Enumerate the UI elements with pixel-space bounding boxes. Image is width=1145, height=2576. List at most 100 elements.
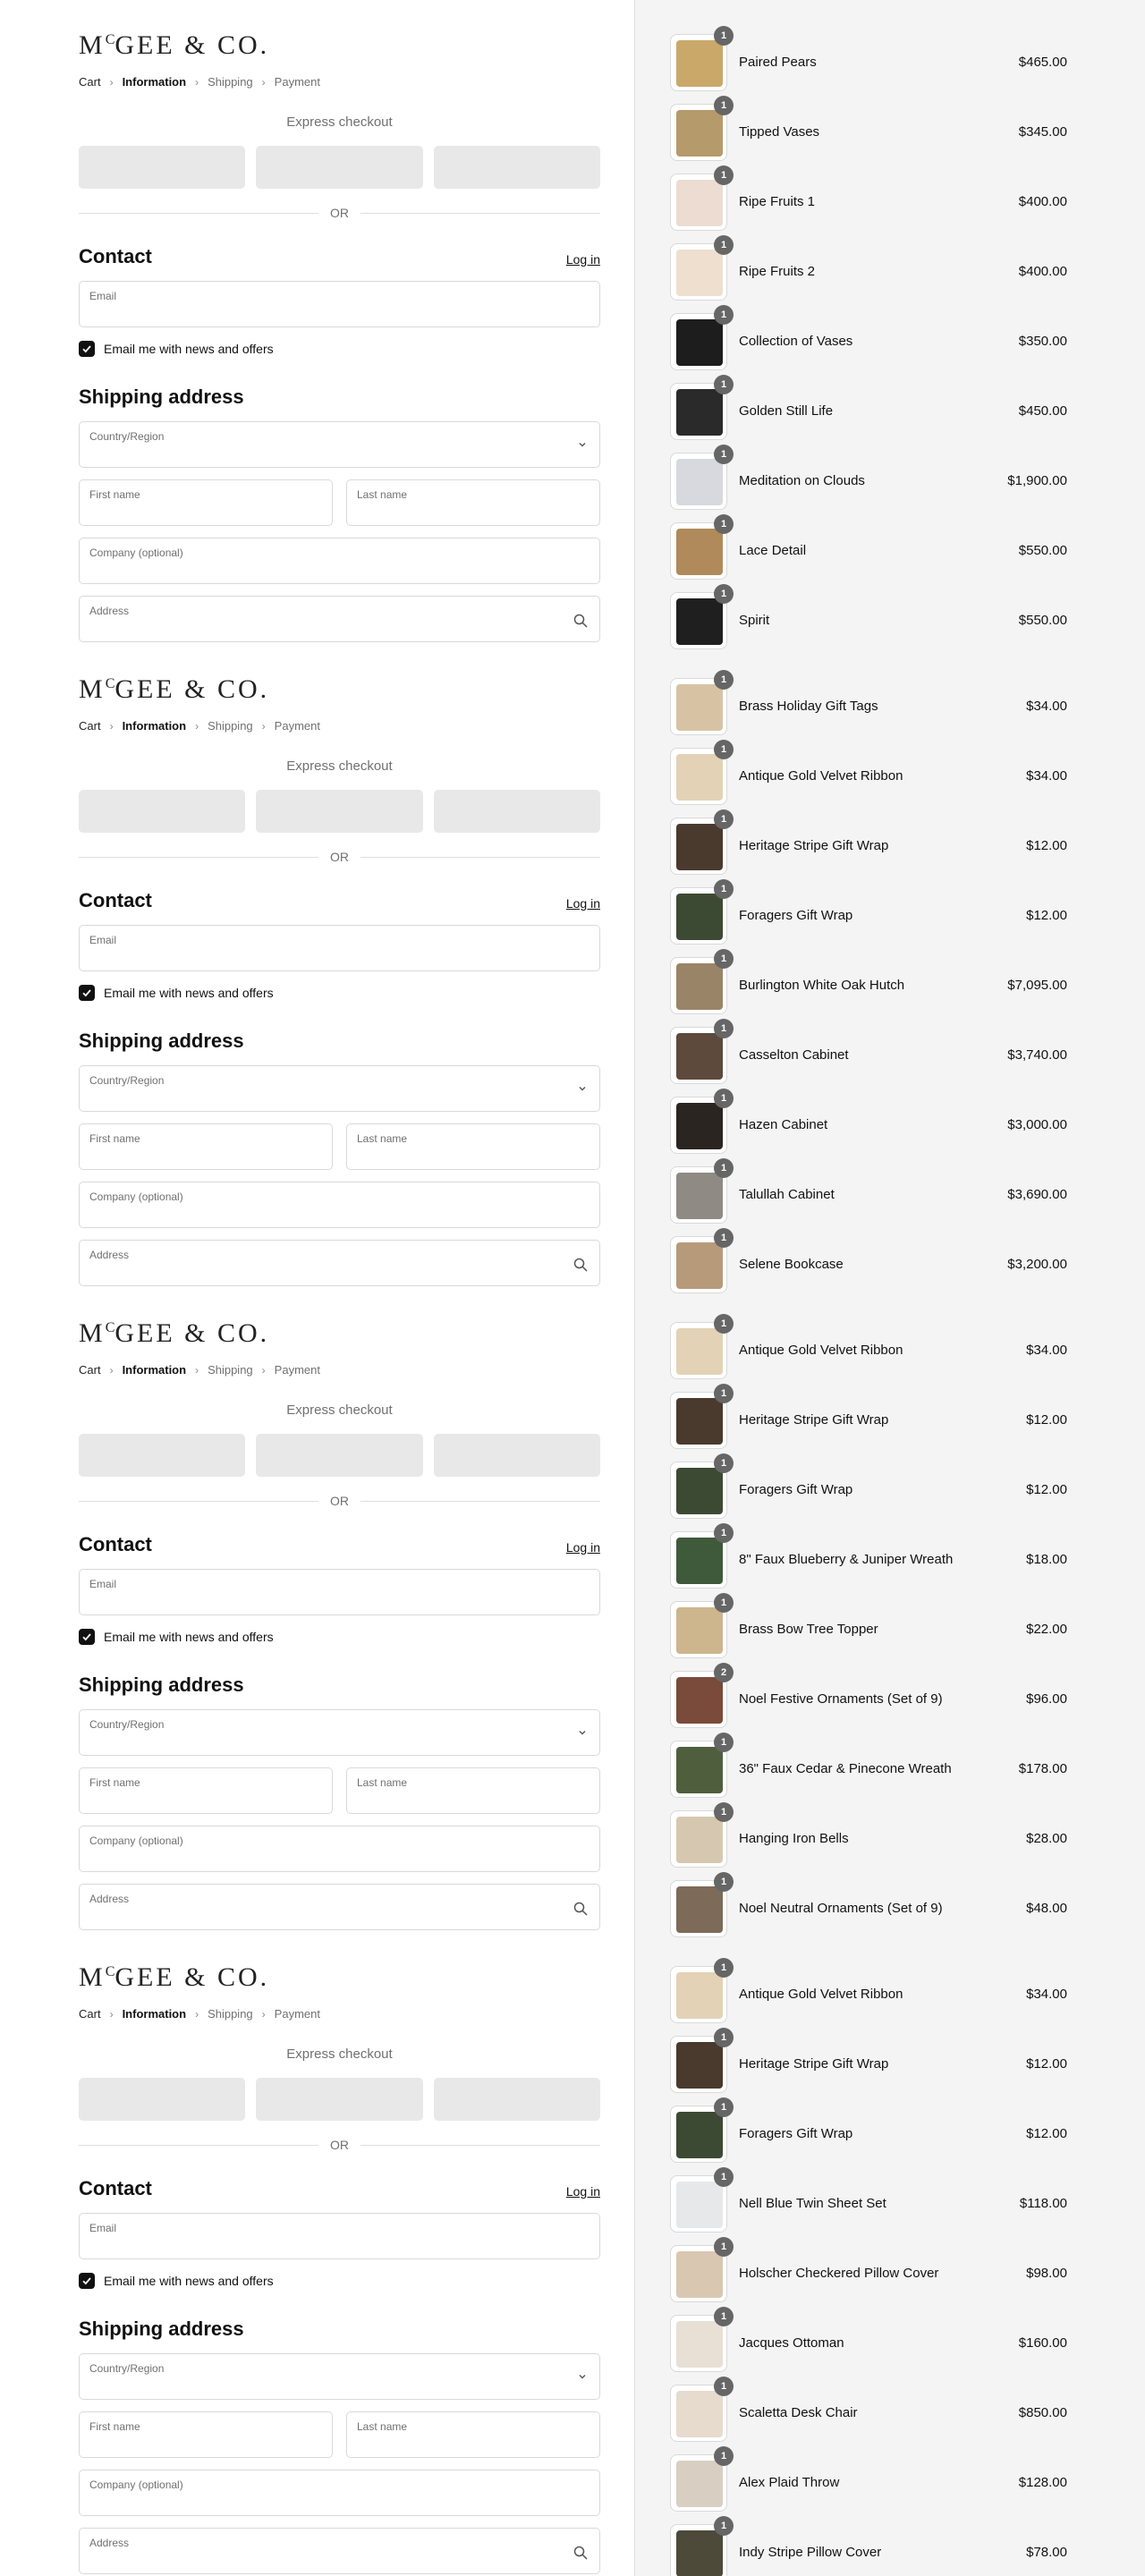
login-link[interactable]: Log in <box>566 2184 600 2199</box>
email-field[interactable]: Email <box>79 925 600 971</box>
product-image <box>676 2321 723 2368</box>
express-pay-button[interactable] <box>433 790 600 833</box>
login-link[interactable]: Log in <box>566 896 600 911</box>
country-label: Country/Region <box>89 2362 165 2375</box>
newsletter-checkbox[interactable]: Email me with news and offers <box>79 2273 274 2289</box>
breadcrumb-cart[interactable]: Cart <box>79 75 101 89</box>
express-pay-button[interactable] <box>256 2078 423 2121</box>
last-name-field[interactable]: Last name <box>346 1123 600 1170</box>
express-pay-button[interactable] <box>256 146 423 189</box>
product-price: $3,690.00 <box>1007 1187 1067 1202</box>
product-image <box>676 459 723 505</box>
logo[interactable]: MCGEE & CO. <box>79 30 269 61</box>
product-image <box>676 1607 723 1654</box>
checkout-page: MCGEE & CO. Cart › Information › Shippin… <box>0 0 1145 2576</box>
breadcrumb-payment: Payment <box>274 75 320 89</box>
product-thumbnail: 1 <box>670 1228 734 1293</box>
product-image <box>676 40 723 87</box>
last-name-field[interactable]: Last name <box>346 479 600 526</box>
express-pay-button[interactable] <box>79 1434 246 1477</box>
login-link[interactable]: Log in <box>566 1540 600 1555</box>
email-field[interactable]: Email <box>79 1569 600 1615</box>
product-image <box>676 894 723 940</box>
country-select[interactable]: Country/Region <box>79 421 600 468</box>
product-price: $12.00 <box>1026 1412 1067 1428</box>
order-item: 1 Hazen Cabinet $3,000.00 <box>670 1089 1067 1154</box>
express-pay-button[interactable] <box>256 790 423 833</box>
email-field[interactable]: Email <box>79 281 600 327</box>
logo[interactable]: MCGEE & CO. <box>79 1962 269 1993</box>
breadcrumb-shipping: Shipping <box>208 719 253 733</box>
contact-heading: Contact <box>79 2177 152 2199</box>
address-field[interactable]: Address <box>79 2528 600 2574</box>
breadcrumb: Cart › Information › Shipping › Payment <box>79 2007 320 2021</box>
country-select[interactable]: Country/Region <box>79 1709 600 1756</box>
last-name-field[interactable]: Last name <box>346 2411 600 2458</box>
newsletter-checkbox[interactable]: Email me with news and offers <box>79 1629 274 1645</box>
express-pay-button[interactable] <box>79 146 246 189</box>
product-price: $18.00 <box>1026 1552 1067 1567</box>
login-link[interactable]: Log in <box>566 252 600 267</box>
express-pay-button[interactable] <box>79 790 246 833</box>
chevron-down-icon <box>579 2375 586 2379</box>
last-name-field[interactable]: Last name <box>346 1767 600 1814</box>
express-checkout-label: Express checkout <box>286 2046 393 2062</box>
company-label: Company (optional) <box>89 547 183 559</box>
newsletter-checkbox[interactable]: Email me with news and offers <box>79 985 274 1001</box>
checkbox-checked-icon[interactable] <box>79 985 95 1001</box>
checkbox-checked-icon[interactable] <box>79 341 95 357</box>
company-field[interactable]: Company (optional) <box>79 1826 600 1872</box>
chevron-right-icon: › <box>195 719 199 733</box>
product-price: $12.00 <box>1026 2056 1067 2072</box>
address-field[interactable]: Address <box>79 596 600 642</box>
product-thumbnail: 1 <box>670 514 734 580</box>
company-field[interactable]: Company (optional) <box>79 2470 600 2516</box>
checkbox-checked-icon[interactable] <box>79 1629 95 1645</box>
order-item: 1 Talullah Cabinet $3,690.00 <box>670 1158 1067 1224</box>
first-name-label: First name <box>89 2420 140 2433</box>
express-pay-button[interactable] <box>433 2078 600 2121</box>
first-name-field[interactable]: First name <box>79 2411 333 2458</box>
first-name-field[interactable]: First name <box>79 1123 333 1170</box>
express-pay-button[interactable] <box>256 1434 423 1477</box>
breadcrumb-cart[interactable]: Cart <box>79 719 101 733</box>
address-label: Address <box>89 2537 130 2549</box>
express-pay-button[interactable] <box>433 1434 600 1477</box>
product-name: Jacques Ottoman <box>739 2335 844 2351</box>
checkbox-checked-icon[interactable] <box>79 2273 95 2289</box>
product-image <box>676 1328 723 1375</box>
address-field[interactable]: Address <box>79 1884 600 1930</box>
country-label: Country/Region <box>89 430 165 443</box>
product-thumbnail: 1 <box>670 740 734 805</box>
breadcrumb-cart[interactable]: Cart <box>79 1363 101 1377</box>
company-field[interactable]: Company (optional) <box>79 1182 600 1228</box>
company-field[interactable]: Company (optional) <box>79 538 600 584</box>
chevron-right-icon: › <box>261 719 266 733</box>
search-icon <box>573 2546 588 2560</box>
product-image <box>676 1468 723 1514</box>
email-field[interactable]: Email <box>79 2213 600 2259</box>
product-name: Noel Neutral Ornaments (Set of 9) <box>739 1901 943 1916</box>
logo[interactable]: MCGEE & CO. <box>79 674 269 705</box>
first-name-field[interactable]: First name <box>79 479 333 526</box>
country-select[interactable]: Country/Region <box>79 2353 600 2400</box>
product-thumbnail: 1 <box>670 2097 734 2163</box>
newsletter-checkbox[interactable]: Email me with news and offers <box>79 341 274 357</box>
order-item: 1 Foragers Gift Wrap $12.00 <box>670 2097 1067 2163</box>
express-pay-button[interactable] <box>433 146 600 189</box>
checkout-form: MCGEE & CO. Cart › Information › Shippin… <box>79 1288 600 1932</box>
address-field[interactable]: Address <box>79 1240 600 1286</box>
breadcrumb-cart[interactable]: Cart <box>79 2007 101 2021</box>
order-item: 1 Meditation on Clouds $1,900.00 <box>670 445 1067 510</box>
logo[interactable]: MCGEE & CO. <box>79 1318 269 1349</box>
country-select[interactable]: Country/Region <box>79 1065 600 1112</box>
express-pay-button[interactable] <box>79 2078 246 2121</box>
order-item: 1 Casselton Cabinet $3,740.00 <box>670 1019 1067 1084</box>
first-name-field[interactable]: First name <box>79 1767 333 1814</box>
product-price: $1,900.00 <box>1007 473 1067 488</box>
quantity-badge: 1 <box>714 2377 734 2396</box>
order-item: 1 Tipped Vases $345.00 <box>670 96 1067 161</box>
product-name: Lace Detail <box>739 543 807 558</box>
quantity-badge: 1 <box>714 1089 734 1108</box>
quantity-badge: 1 <box>714 1384 734 1403</box>
